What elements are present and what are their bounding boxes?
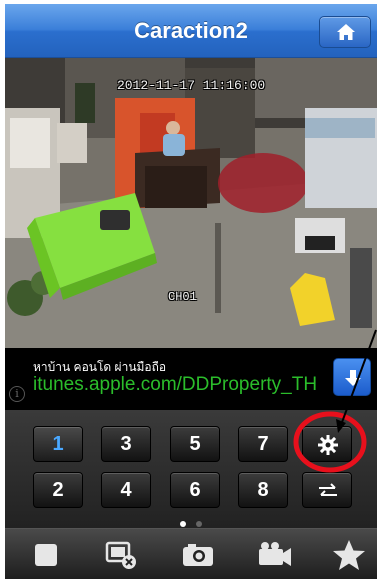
channel-button-7[interactable]: 7	[238, 426, 288, 462]
page-dot-1[interactable]	[180, 521, 186, 527]
snapshot-button[interactable]	[180, 539, 216, 571]
channel-button-6[interactable]: 6	[170, 472, 220, 508]
download-arrow-icon	[345, 370, 361, 386]
gear-icon	[318, 435, 338, 455]
favorite-star-icon	[333, 540, 365, 570]
ad-download-button[interactable]	[333, 358, 371, 396]
switch-button[interactable]	[302, 472, 352, 508]
channel-button-2[interactable]: 2	[33, 472, 83, 508]
title-bar: Caraction2	[5, 4, 377, 58]
channel-button-4[interactable]: 4	[101, 472, 151, 508]
home-button[interactable]	[319, 16, 371, 48]
favorite-button[interactable]	[331, 539, 367, 571]
stop-button[interactable]	[28, 539, 64, 571]
channel-button-5[interactable]: 5	[170, 426, 220, 462]
ad-link[interactable]: itunes.apple.com/DDProperty_TH	[33, 374, 317, 396]
settings-button[interactable]	[302, 426, 352, 462]
channel-button-1[interactable]: 1	[33, 426, 83, 462]
camera-view[interactable]: 2012-11-17 11:16:00 CH01	[5, 58, 377, 348]
channel-button-8[interactable]: 8	[238, 472, 288, 508]
bottom-toolbar	[5, 528, 377, 579]
stop-icon	[35, 544, 57, 566]
info-icon[interactable]: i	[9, 386, 25, 402]
camera-feed-image	[5, 58, 377, 348]
camera-timestamp: 2012-11-17 11:16:00	[117, 78, 266, 93]
close-view-icon	[105, 541, 136, 569]
page-dot-2[interactable]	[196, 521, 202, 527]
control-panel: 1 3 5 7 2 4 6 8	[5, 410, 377, 528]
ad-banner[interactable]: i หาบ้าน คอนโด ผ่านมือถือ itunes.apple.c…	[5, 348, 377, 410]
camera-channel-label: CH01	[168, 290, 197, 304]
channel-button-3[interactable]: 3	[101, 426, 151, 462]
swap-arrows-icon	[319, 483, 337, 496]
home-icon	[337, 24, 355, 40]
close-view-button[interactable]	[103, 539, 139, 571]
camera-snapshot-icon	[183, 544, 213, 566]
record-button[interactable]	[257, 539, 293, 571]
video-record-icon	[259, 542, 291, 566]
